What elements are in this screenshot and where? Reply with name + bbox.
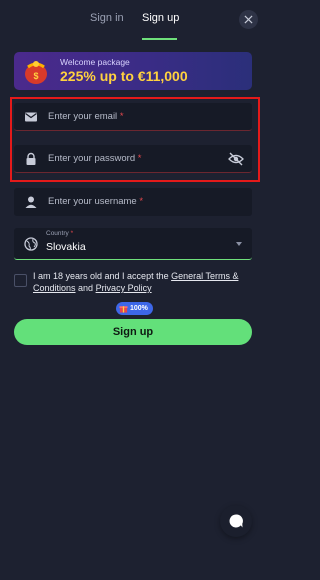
sign-up-button[interactable]: Sign up [14, 319, 252, 345]
username-field[interactable]: Enter your username * [14, 188, 252, 216]
gift-icon [119, 306, 128, 313]
chat-button[interactable] [220, 505, 252, 537]
required-mark: * [139, 196, 144, 207]
svg-text:$: $ [33, 71, 38, 81]
tab-sign-up[interactable]: Sign up [142, 12, 179, 24]
close-button[interactable] [239, 10, 258, 29]
active-tab-indicator [142, 38, 177, 40]
chat-bubble-icon [229, 514, 243, 528]
chevron-down-icon [236, 242, 242, 246]
banner-headline: 225% up to €11,000 [60, 68, 188, 84]
username-placeholder: Enter your username * [48, 196, 144, 207]
terms-text: I am 18 years old and I accept the Gener… [33, 271, 239, 293]
country-value: Slovakia [46, 241, 86, 253]
person-icon [25, 196, 37, 208]
country-select[interactable]: Country * Slovakia [14, 228, 252, 260]
bonus-badge: 100% [116, 302, 153, 315]
country-label: Country * [46, 230, 74, 237]
auth-tabs: Sign in Sign up [0, 0, 268, 40]
required-mark: * [70, 230, 74, 237]
gift-bag-icon: $ [25, 61, 47, 84]
banner-subtitle: Welcome package [60, 57, 130, 67]
tab-sign-in[interactable]: Sign in [90, 12, 124, 24]
welcome-banner[interactable]: $ Welcome package 225% up to €11,000 [14, 52, 252, 90]
globe-icon [24, 237, 38, 251]
terms-checkbox[interactable] [14, 274, 27, 287]
privacy-link[interactable]: Privacy Policy [96, 283, 152, 293]
close-icon [244, 15, 253, 24]
highlight-box [10, 97, 260, 182]
